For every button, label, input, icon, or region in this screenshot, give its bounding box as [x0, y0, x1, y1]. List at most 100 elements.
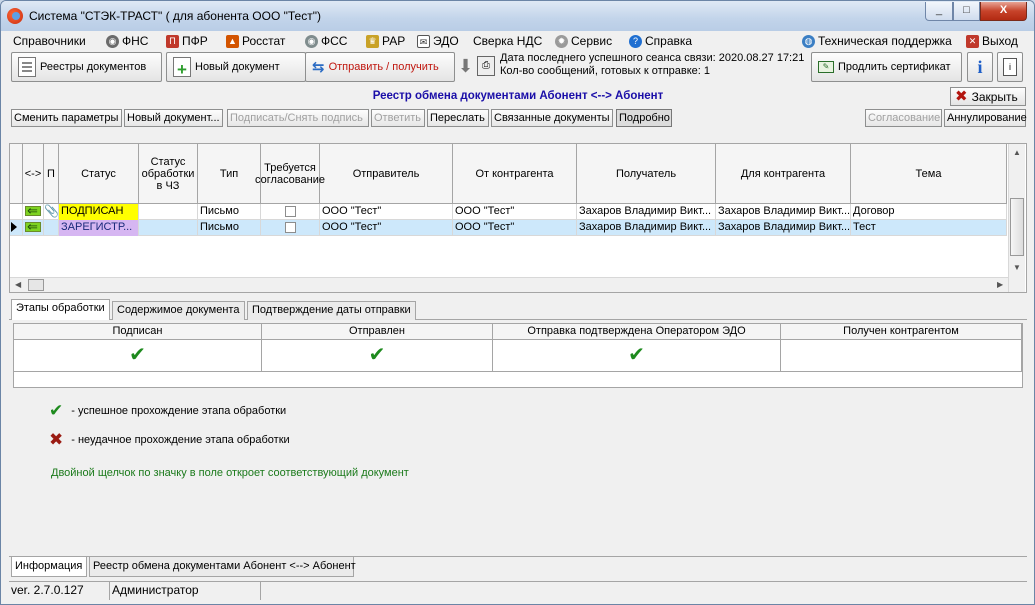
menu-exit[interactable]: ✕ Выход — [966, 33, 1018, 49]
menu-bar: Справочники ◉ ФНС П ПФР ▲ Росстат ◉ ФСС ♛ РАР… — [9, 31, 1027, 50]
table-row[interactable]: ЗАРЕГИСТР... Письмо ООО "Тест" ООО "Тест… — [10, 220, 1007, 236]
linked-documents-button[interactable]: Связанные документы — [491, 109, 613, 127]
reply-button[interactable]: Ответить — [371, 109, 425, 127]
column-header-direction[interactable]: <-> — [23, 144, 44, 204]
menu-tech-support[interactable]: ◍ Техническая поддержка — [802, 33, 952, 49]
sign-button[interactable]: Подписать/Снять подпись — [227, 109, 369, 127]
double-click-hint: Двойной щелчок по значку в поле откроет … — [51, 467, 409, 479]
menu-references[interactable]: Справочники — [13, 33, 86, 49]
cell-subject: Договор — [851, 204, 1007, 220]
column-header-marker[interactable] — [10, 144, 23, 204]
stage-header-received: Получен контрагентом — [781, 324, 1022, 340]
edo-icon: ✉ — [417, 34, 430, 48]
column-header-from-counterparty[interactable]: От контрагента — [453, 144, 577, 204]
document-info-button[interactable]: i — [997, 52, 1023, 82]
new-document-menu-button[interactable]: Новый документ... — [124, 109, 223, 127]
close-register-button[interactable]: ✖ Закрыть — [950, 87, 1026, 106]
scroll-down-icon[interactable]: ▼ — [1013, 263, 1021, 272]
approval-checkbox[interactable] — [284, 222, 296, 233]
tab-processing-stages[interactable]: Этапы обработки — [11, 299, 110, 320]
incoming-arrow-icon — [25, 204, 41, 218]
stage-confirmed-check-icon[interactable]: ✔ — [493, 340, 781, 372]
info-button[interactable]: i — [967, 52, 993, 82]
close-icon: ✖ — [955, 88, 968, 105]
menu-help[interactable]: ? Справка — [629, 33, 692, 49]
scroll-up-icon[interactable]: ▲ — [1013, 148, 1021, 157]
column-header-subject[interactable]: Тема — [851, 144, 1007, 204]
scroll-left-icon[interactable]: ◀ — [15, 280, 21, 289]
version-label: ver. 2.7.0.127 — [9, 582, 110, 600]
new-document-icon — [173, 57, 191, 78]
approval-button[interactable]: Согласование — [865, 109, 942, 127]
horizontal-scroll-thumb[interactable] — [28, 279, 44, 291]
stage-header-signed: Подписан — [14, 324, 262, 340]
cross-icon: ✖ — [49, 430, 64, 449]
print-icon[interactable]: ⎙ — [477, 56, 495, 76]
session-info: Дата последнего успешного сеанса связи: … — [500, 52, 805, 77]
renew-certificate-button[interactable]: ✎ Продлить сертификат — [811, 52, 962, 82]
menu-rosstat[interactable]: ▲ Росстат — [226, 33, 285, 49]
tab-exchange-register[interactable]: Реестр обмена документами Абонент <--> А… — [89, 557, 356, 577]
rosstat-icon: ▲ — [226, 34, 239, 48]
incoming-arrow-icon — [25, 220, 41, 234]
stage-sent-check-icon[interactable]: ✔ — [262, 340, 493, 372]
menu-fns[interactable]: ◉ ФНС — [106, 33, 148, 49]
column-header-approval-required[interactable]: Требуется согласование — [255, 144, 325, 204]
forward-button[interactable]: Переслать — [427, 109, 489, 127]
vertical-scrollbar[interactable]: ▲ ▼ — [1008, 144, 1025, 292]
menu-rar[interactable]: ♛ РАР — [366, 33, 405, 49]
maximize-button[interactable]: □ — [953, 2, 980, 21]
exit-icon: ✕ — [966, 34, 979, 48]
window-title: Система "СТЭК-ТРАСТ" ( для абонента ООО … — [29, 9, 321, 23]
close-window-button[interactable]: X — [980, 2, 1027, 21]
details-button[interactable]: Подробно — [616, 109, 672, 127]
approval-checkbox[interactable] — [284, 206, 296, 217]
pfr-icon: П — [166, 34, 179, 48]
column-header-sender[interactable]: Отправитель — [320, 144, 453, 204]
tab-information[interactable]: Информация — [11, 557, 87, 577]
cell-type: Письмо — [198, 204, 261, 220]
paperclip-icon[interactable]: 📎 — [44, 204, 58, 218]
stage-received-cell[interactable] — [781, 340, 1022, 372]
document-info-icon: i — [1003, 58, 1017, 76]
vertical-scroll-thumb[interactable] — [1010, 198, 1024, 256]
cell-sender: ООО "Тест" — [320, 220, 453, 236]
scroll-right-icon[interactable]: ▶ — [997, 280, 1003, 289]
tab-document-content[interactable]: Содержимое документа — [112, 301, 245, 320]
fss-icon: ◉ — [305, 34, 318, 48]
column-header-for-counterparty[interactable]: Для контрагента — [716, 144, 851, 204]
status-bar: ver. 2.7.0.127 Администратор — [9, 581, 1027, 600]
change-params-button[interactable]: Сменить параметры — [11, 109, 122, 127]
send-receive-button[interactable]: ⇆ Отправить / получить — [305, 52, 455, 82]
cell-recipient: Захаров Владимир Викт... — [577, 204, 716, 220]
menu-fss[interactable]: ◉ ФСС — [305, 33, 347, 49]
column-header-type[interactable]: Тип — [198, 144, 261, 204]
status-badge: ЗАРЕГИСТР... — [59, 220, 139, 236]
menu-pfr[interactable]: П ПФР — [166, 33, 208, 49]
column-header-attachment[interactable]: П — [44, 144, 59, 204]
new-document-button[interactable]: Новый документ — [166, 52, 306, 82]
table-row[interactable]: 📎 ПОДПИСАН Письмо ООО "Тест" ООО "Тест" … — [10, 204, 1007, 220]
cancellation-button[interactable]: Аннулирование — [944, 109, 1027, 127]
column-header-cz-status[interactable]: Статус обработки в ЧЗ — [139, 144, 198, 204]
column-header-recipient[interactable]: Получатель — [577, 144, 716, 204]
cell-from-counterparty: ООО "Тест" — [453, 204, 577, 220]
fns-icon: ◉ — [106, 34, 119, 48]
title-bar[interactable]: Система "СТЭК-ТРАСТ" ( для абонента ООО … — [1, 1, 1034, 31]
receive-arrow-icon[interactable]: ⬇ — [458, 55, 473, 77]
legend-fail: ✖ - неудачное прохождение этапа обработк… — [49, 430, 290, 449]
table-header: <-> П Статус Статус обработки в ЧЗ Тип Т… — [10, 144, 1007, 204]
processing-stages-table: Подписан Отправлен Отправка подтверждена… — [13, 323, 1023, 388]
menu-vat-reconciliation[interactable]: Сверка НДС — [473, 33, 542, 49]
stage-signed-check-icon[interactable]: ✔ — [14, 340, 262, 372]
column-header-status[interactable]: Статус — [59, 144, 139, 204]
menu-service[interactable]: ✹ Сервис — [555, 33, 612, 49]
menu-edo[interactable]: ✉ ЭДО — [417, 33, 459, 49]
registers-button[interactable]: Реестры документов — [11, 52, 162, 82]
cell-recipient: Захаров Владимир Викт... — [577, 220, 716, 236]
cell-cz-status — [139, 204, 198, 220]
horizontal-scrollbar[interactable]: ◀ ▶ — [10, 277, 1008, 292]
tab-send-date-confirmation[interactable]: Подтверждение даты отправки — [247, 301, 416, 320]
minimize-button[interactable]: _ — [925, 2, 953, 21]
detail-tabs: Этапы обработки Содержимое документа Под… — [9, 299, 1027, 320]
